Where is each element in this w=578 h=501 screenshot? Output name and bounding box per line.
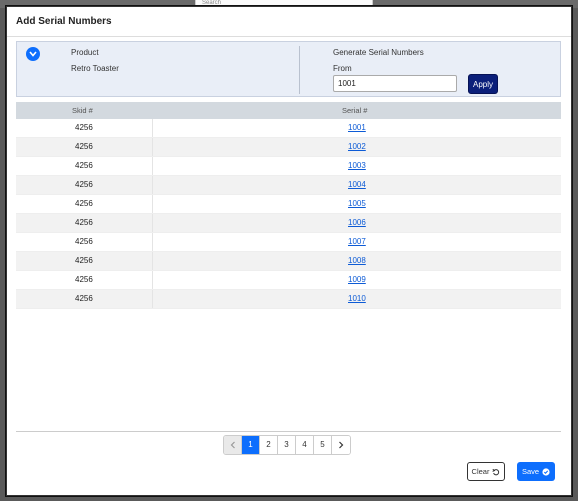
serial-link[interactable]: 1006 [348, 214, 366, 232]
title-divider [7, 36, 571, 37]
clear-button-label: Clear [471, 467, 490, 476]
skid-column-header: Skid # [72, 106, 93, 115]
product-label: Product [71, 48, 99, 57]
table-row: 4256 1008 [16, 252, 561, 271]
column-divider [152, 119, 153, 137]
panel-divider [299, 46, 300, 94]
save-button[interactable]: Save [517, 462, 555, 481]
skid-cell: 4256 [75, 161, 93, 170]
skid-cell: 4256 [75, 180, 93, 189]
table-row: 4256 1002 [16, 138, 561, 157]
serial-table-body: 4256 1001 4256 1002 4256 1003 4256 1004 4256… [16, 119, 561, 309]
skid-cell: 4256 [75, 256, 93, 265]
skid-cell: 4256 [75, 218, 93, 227]
serial-link[interactable]: 1004 [348, 176, 366, 194]
skid-cell: 4256 [75, 275, 93, 284]
serial-link[interactable]: 1008 [348, 252, 366, 270]
skid-cell: 4256 [75, 294, 93, 303]
column-divider [152, 233, 153, 251]
table-row: 4256 1009 [16, 271, 561, 290]
modal-title: Add Serial Numbers [16, 16, 112, 27]
pagination-divider [16, 431, 561, 432]
product-value: Retro Toaster [71, 64, 119, 73]
serial-link[interactable]: 1010 [348, 290, 366, 308]
table-row: 4256 1006 [16, 214, 561, 233]
table-row: 4256 1001 [16, 119, 561, 138]
serial-column-header: Serial # [342, 106, 368, 115]
skid-cell: 4256 [75, 237, 93, 246]
check-circle-icon [542, 467, 550, 476]
apply-button[interactable]: Apply [468, 74, 498, 94]
clear-button[interactable]: Clear [467, 462, 505, 481]
serial-link[interactable]: 1009 [348, 271, 366, 289]
page-button-2[interactable]: 2 [260, 436, 278, 454]
serial-link[interactable]: 1005 [348, 195, 366, 213]
table-row: 4256 1003 [16, 157, 561, 176]
column-divider [152, 138, 153, 156]
page-button-1[interactable]: 1 [242, 436, 260, 454]
add-serial-numbers-modal: Add Serial Numbers Product Retro Toaster… [6, 6, 572, 496]
table-row: 4256 1004 [16, 176, 561, 195]
table-row: 4256 1010 [16, 290, 561, 309]
pagination: 1 2 3 4 5 [223, 435, 351, 455]
collapse-toggle-button[interactable] [26, 47, 40, 61]
serial-link[interactable]: 1007 [348, 233, 366, 251]
table-row: 4256 1005 [16, 195, 561, 214]
column-divider [152, 252, 153, 270]
chevron-left-icon [230, 441, 235, 449]
skid-cell: 4256 [75, 123, 93, 132]
undo-icon [492, 468, 500, 475]
serial-link[interactable]: 1001 [348, 119, 366, 137]
serial-link[interactable]: 1003 [348, 157, 366, 175]
serial-link[interactable]: 1002 [348, 138, 366, 156]
previous-page-button[interactable] [224, 436, 242, 454]
column-divider [152, 157, 153, 175]
skid-cell: 4256 [75, 199, 93, 208]
table-header: Skid # Serial # [16, 102, 561, 119]
skid-cell: 4256 [75, 142, 93, 151]
column-divider [152, 271, 153, 289]
chevron-down-icon [29, 51, 37, 57]
from-label: From [333, 64, 352, 73]
column-divider [152, 176, 153, 194]
save-button-label: Save [521, 467, 540, 476]
chevron-right-icon [339, 441, 344, 449]
product-panel: Product Retro Toaster Generate Serial Nu… [16, 41, 561, 97]
page-button-5[interactable]: 5 [314, 436, 332, 454]
next-page-button[interactable] [332, 436, 350, 454]
page-button-4[interactable]: 4 [296, 436, 314, 454]
from-input[interactable] [333, 75, 457, 92]
column-divider [152, 290, 153, 308]
page-button-3[interactable]: 3 [278, 436, 296, 454]
column-divider [152, 195, 153, 213]
column-divider [152, 214, 153, 232]
table-row: 4256 1007 [16, 233, 561, 252]
generate-serial-numbers-label: Generate Serial Numbers [333, 48, 424, 57]
